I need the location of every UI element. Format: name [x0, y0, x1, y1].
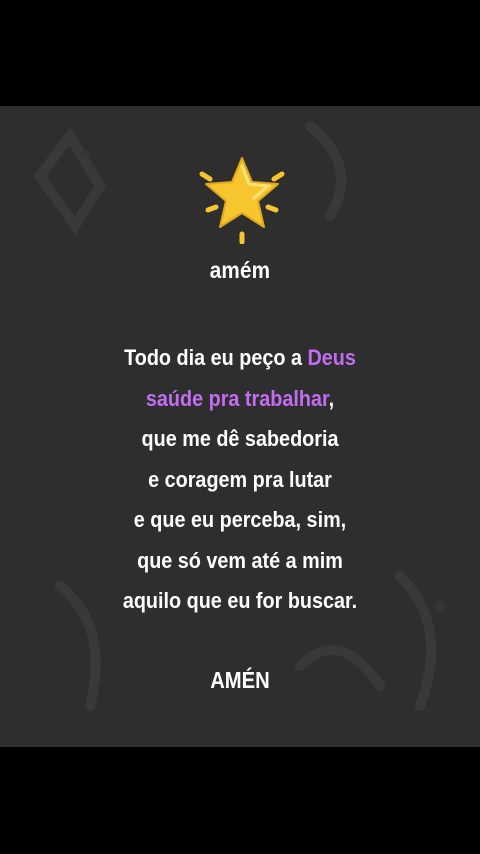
- post-card: amém Todo dia eu peço a Deus saúde pra t…: [0, 106, 480, 747]
- poem-line-7: aquilo que eu for buscar.: [122, 588, 358, 613]
- letterbox-bottom: [0, 747, 480, 854]
- letterbox-top: [0, 0, 480, 106]
- poem-line-4: e coragem pra lutar: [148, 466, 332, 492]
- poem-line-1: Todo dia eu peço a Deus: [124, 345, 356, 370]
- poem-line-5: e que eu perceba, sim,: [133, 507, 347, 532]
- poem-line-2: saúde pra trabalhar,: [145, 385, 335, 411]
- closing-text: AMÉN: [210, 667, 270, 693]
- star-icon: [196, 152, 288, 245]
- highlight-deus: Deus: [307, 345, 356, 370]
- highlight-saude: saúde pra trabalhar: [145, 385, 329, 411]
- poem-line-3: que me dê sabedoria: [141, 426, 339, 451]
- poem-text: Todo dia eu peço a Deus saúde pra trabal…: [29, 338, 451, 622]
- post-heading: amém: [209, 257, 271, 283]
- poem-line-6: que só vem até a mim: [137, 547, 343, 573]
